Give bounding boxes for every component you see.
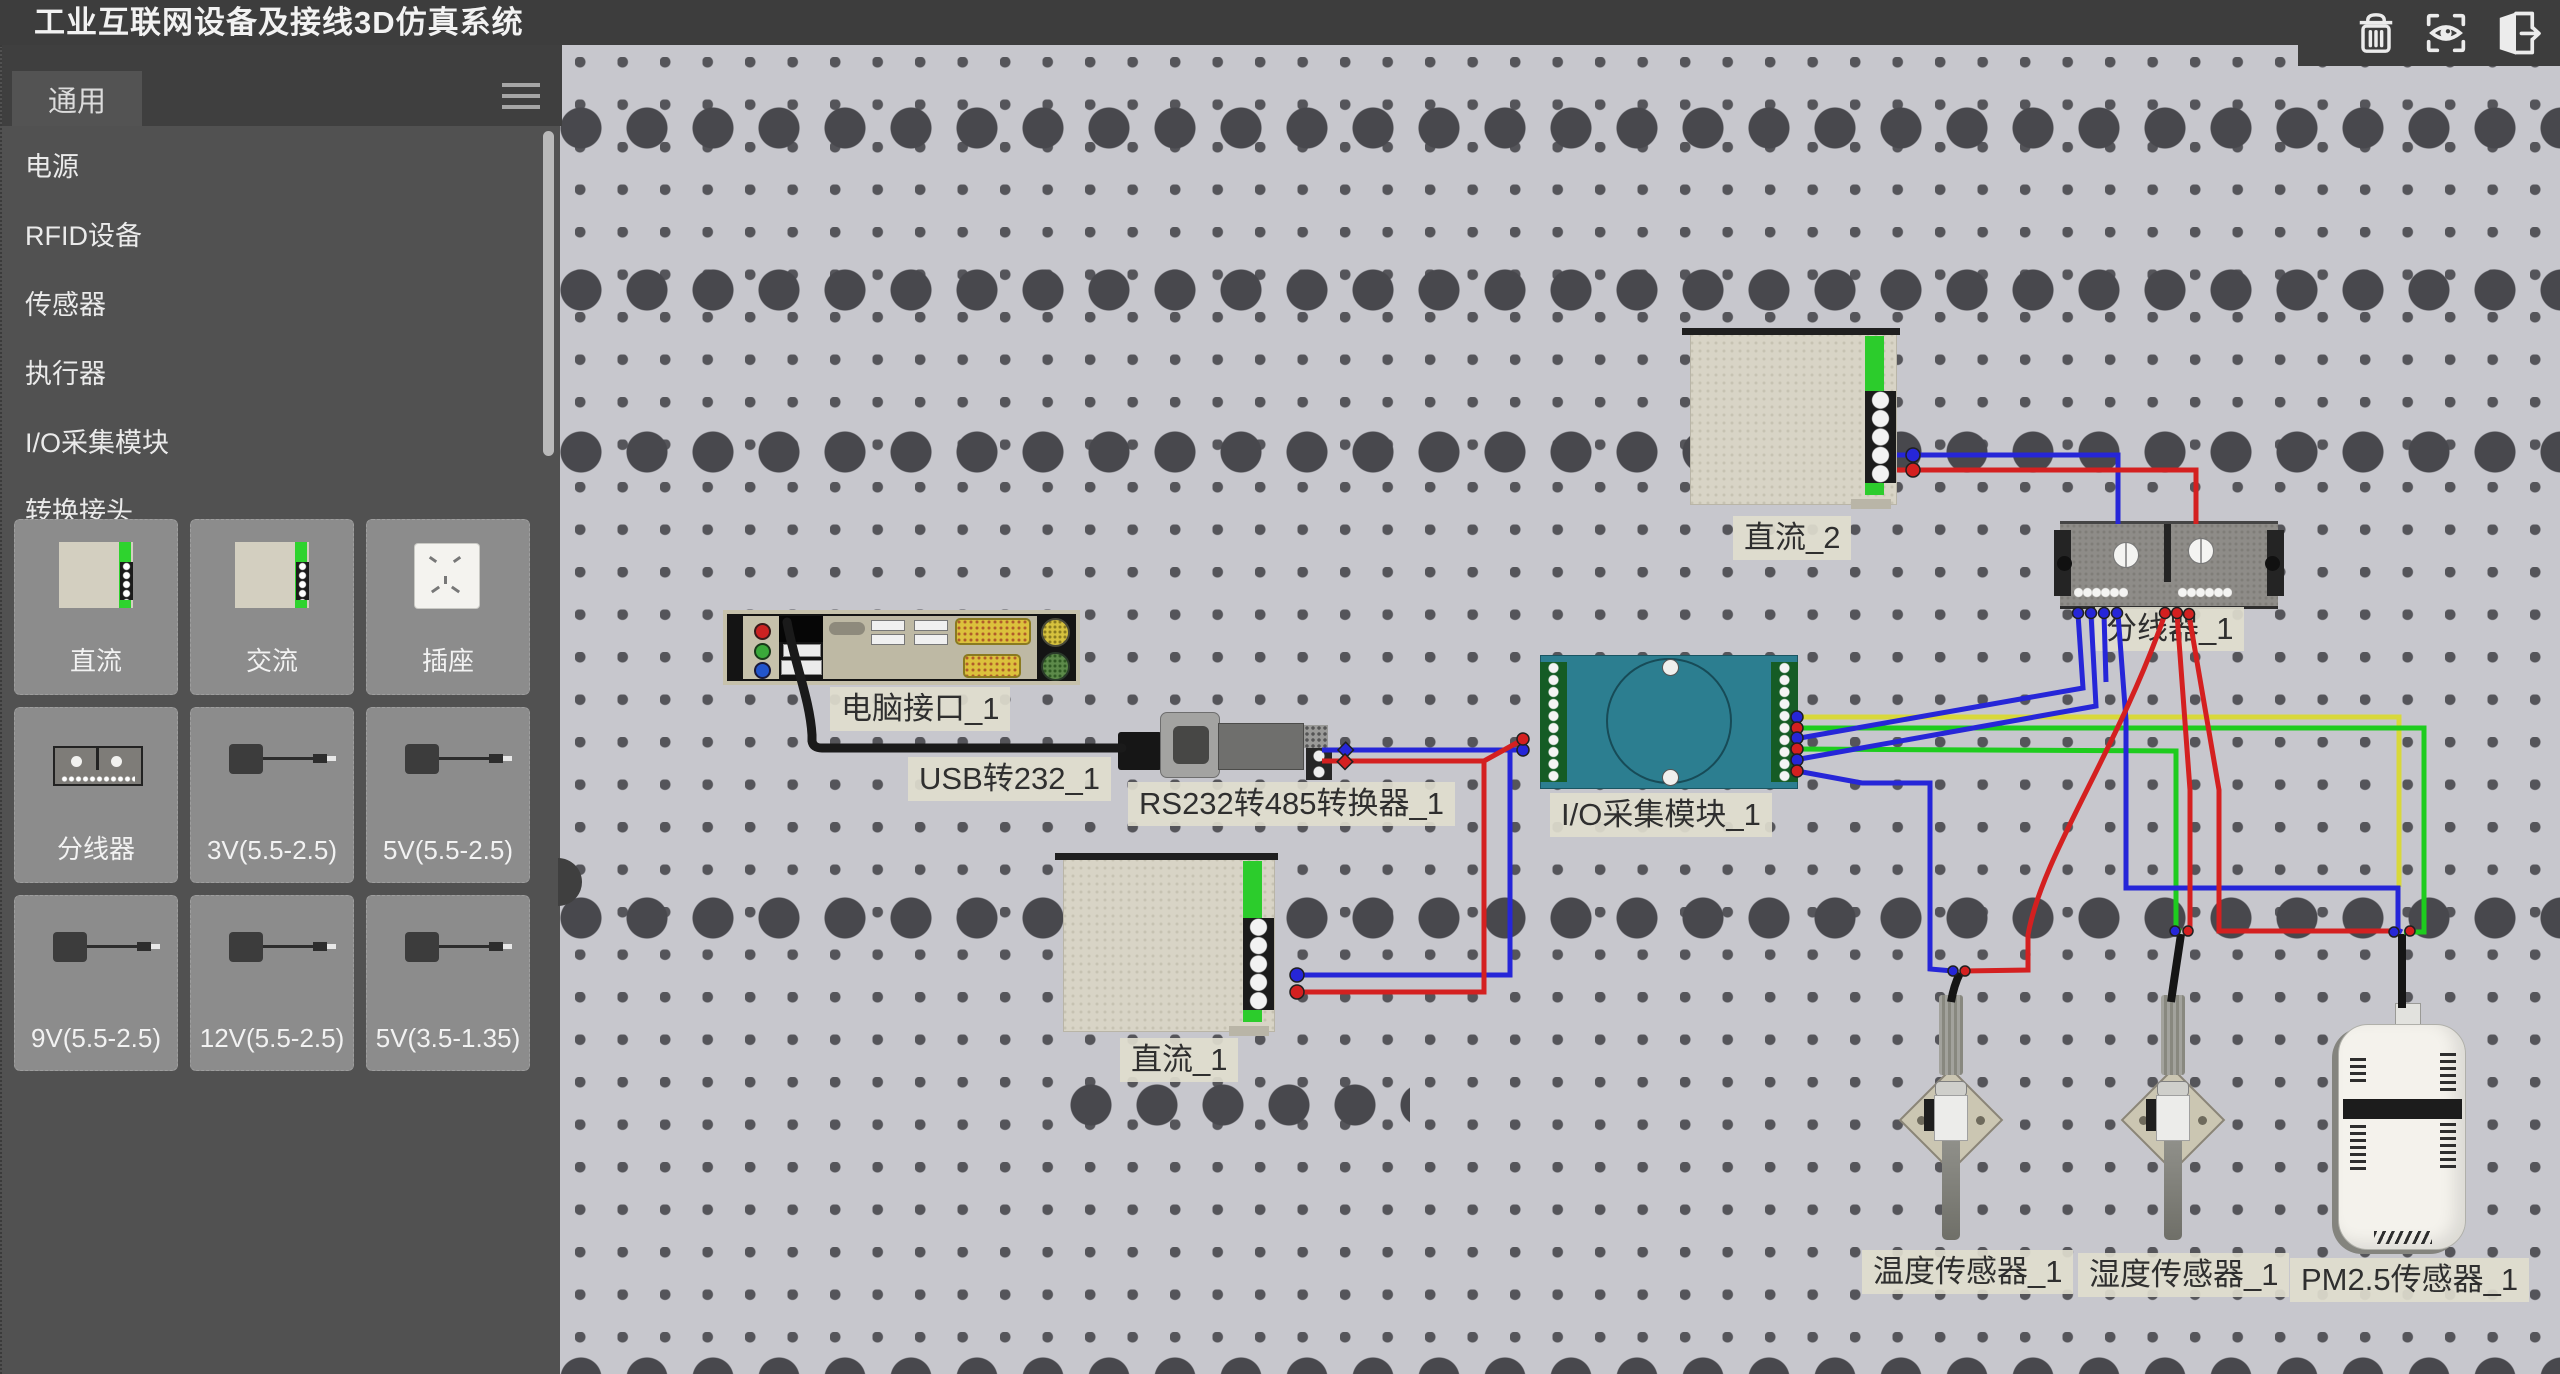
sidebar-item-rfid[interactable]: RFID设备 xyxy=(2,202,562,271)
splitter-device[interactable] xyxy=(2060,521,2278,609)
pegboard-row xyxy=(560,269,2560,311)
device-label: PM2.5传感器_1 xyxy=(2290,1258,2529,1302)
socket-icon xyxy=(367,520,529,640)
adapter-icon xyxy=(367,896,529,1016)
palette-item-dc[interactable]: 直流 xyxy=(14,519,178,695)
adapter-icon xyxy=(15,896,177,1016)
tab-general[interactable]: 通用 xyxy=(12,71,142,126)
header-bar: 工业互联网设备及接线3D仿真系统 xyxy=(0,0,2560,45)
device-label: 电脑接口_1 xyxy=(830,687,1010,731)
sidebar-item-actuator[interactable]: 执行器 xyxy=(2,340,562,409)
dc-power-device-2[interactable] xyxy=(1690,333,1897,505)
io-module-device[interactable] xyxy=(1540,655,1798,789)
adapter-icon xyxy=(191,896,353,1016)
device-label: 直流_1 xyxy=(1120,1038,1238,1082)
palette-item-5v[interactable]: 5V(5.5-2.5) xyxy=(366,707,530,883)
rs232-converter-device[interactable] xyxy=(1118,712,1334,782)
sidebar-scrollbar[interactable] xyxy=(543,131,554,456)
pegboard-row xyxy=(560,431,2560,473)
adapter-icon xyxy=(367,708,529,828)
pegboard-row xyxy=(560,107,2560,149)
sidebar-item-power[interactable]: 电源 xyxy=(2,133,562,202)
temperature-sensor-device[interactable] xyxy=(1900,995,2002,1250)
device-label: RS232转485转换器_1 xyxy=(1128,782,1455,826)
dc-power-icon xyxy=(15,520,177,640)
pegboard-row xyxy=(560,897,2560,939)
device-label: 直流_2 xyxy=(1733,516,1851,560)
sidebar: 通用 电源 RFID设备 传感器 执行器 I/O采集模块 转换接头 直流 交流 xyxy=(0,45,560,1374)
adapter-icon xyxy=(191,708,353,828)
device-palette: 直流 交流 插座 xyxy=(14,519,550,1071)
toolbar xyxy=(2298,0,2560,66)
palette-item-3v[interactable]: 3V(5.5-2.5) xyxy=(190,707,354,883)
humidity-sensor-device[interactable] xyxy=(2122,995,2224,1250)
computer-interface-device[interactable] xyxy=(723,610,1080,685)
palette-item-9v[interactable]: 9V(5.5-2.5) xyxy=(14,895,178,1071)
ac-power-icon xyxy=(191,520,353,640)
category-menu: 电源 RFID设备 传感器 执行器 I/O采集模块 转换接头 xyxy=(2,133,562,547)
splitter-icon xyxy=(15,708,177,828)
pegboard-row xyxy=(1070,1084,1410,1126)
palette-item-socket[interactable]: 插座 xyxy=(366,519,530,695)
palette-item-splitter[interactable]: 分线器 xyxy=(14,707,178,883)
palette-item-5v-small[interactable]: 5V(3.5-1.35) xyxy=(366,895,530,1071)
app-title: 工业互联网设备及接线3D仿真系统 xyxy=(0,0,2560,46)
palette-item-12v[interactable]: 12V(5.5-2.5) xyxy=(190,895,354,1071)
app-window: 工业互联网设备及接线3D仿真系统 xyxy=(0,0,2560,1374)
device-label: I/O采集模块_1 xyxy=(1550,793,1772,837)
sidebar-item-sensor[interactable]: 传感器 xyxy=(2,271,562,340)
device-label: 分线器_1 xyxy=(2095,607,2244,651)
palette-item-ac[interactable]: 交流 xyxy=(190,519,354,695)
pegboard-row xyxy=(560,1357,2560,1374)
pm25-sensor-device[interactable] xyxy=(2338,1003,2470,1253)
menu-icon[interactable] xyxy=(502,83,540,111)
exit-icon[interactable] xyxy=(2490,7,2542,59)
device-label: USB转232_1 xyxy=(908,757,1111,801)
device-label: 湿度传感器_1 xyxy=(2078,1253,2289,1297)
sidebar-tabstrip: 通用 xyxy=(2,45,562,126)
delete-icon[interactable] xyxy=(2350,7,2402,59)
sidebar-item-io-module[interactable]: I/O采集模块 xyxy=(2,409,562,478)
dc-power-device-1[interactable] xyxy=(1063,858,1275,1032)
device-label: 温度传感器_1 xyxy=(1862,1250,2073,1294)
view-focus-icon[interactable] xyxy=(2420,7,2472,59)
